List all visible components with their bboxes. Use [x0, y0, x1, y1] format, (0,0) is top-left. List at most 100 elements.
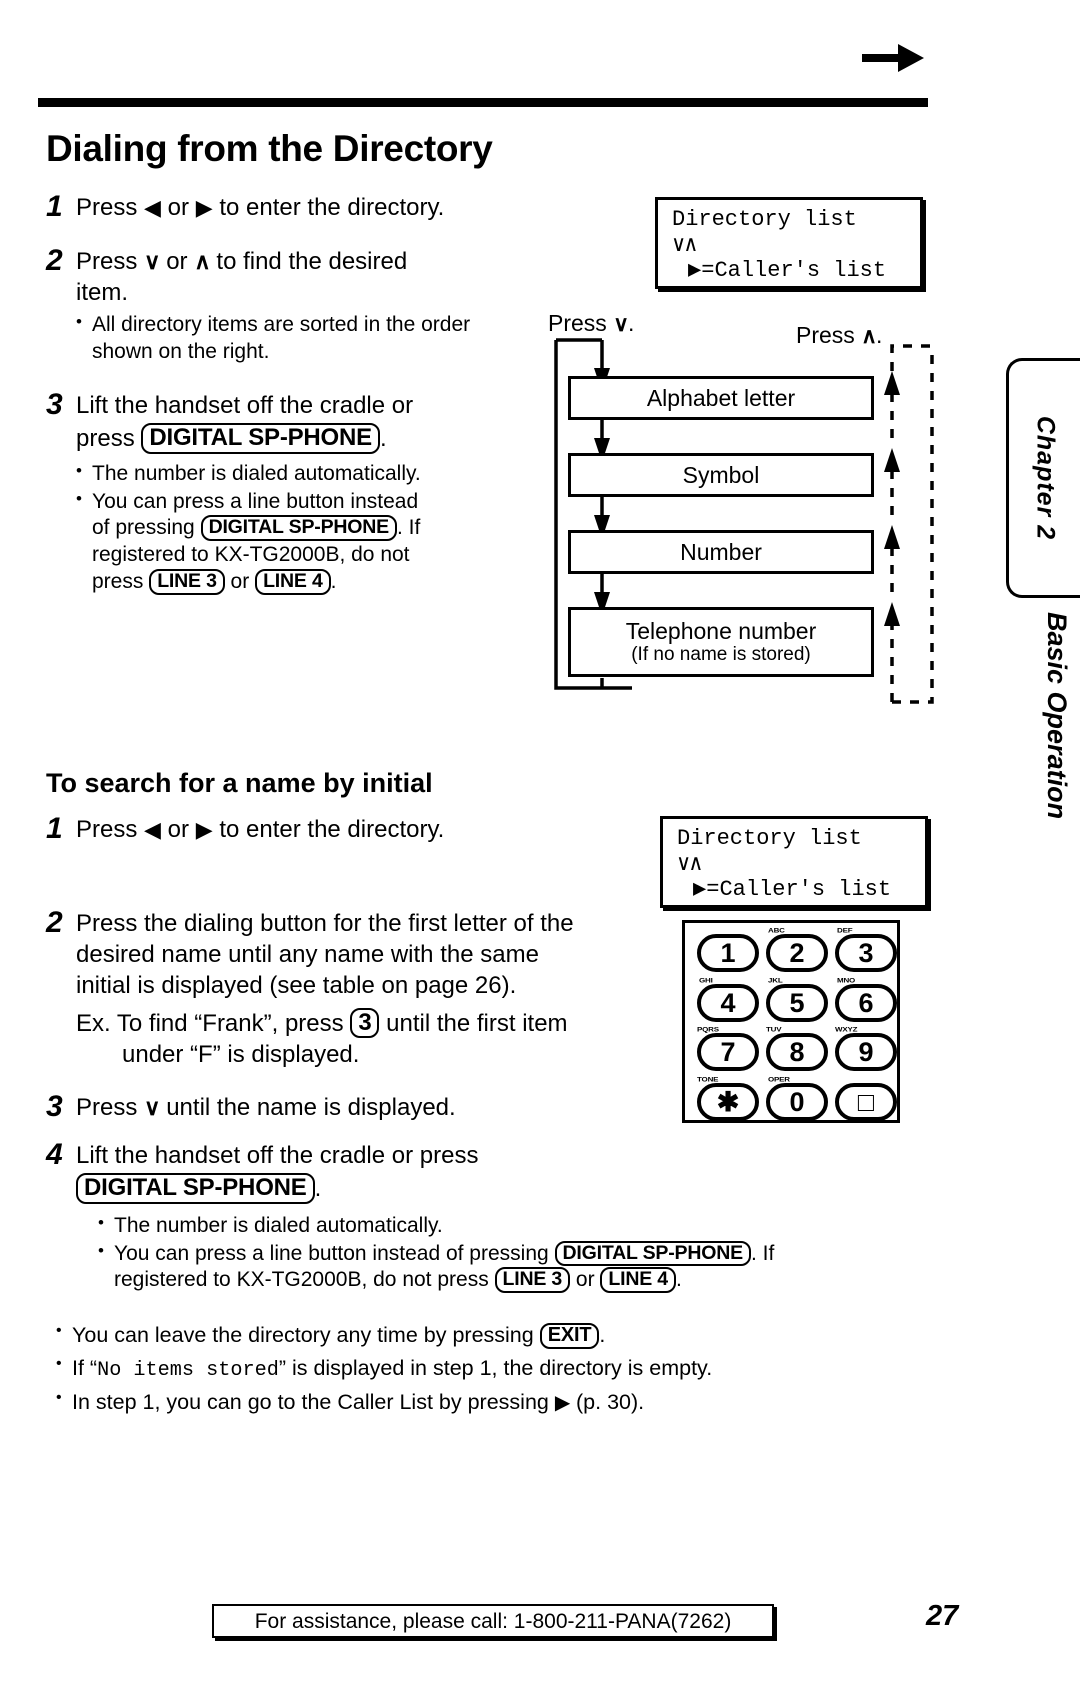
chevron-down-icon: ∨ [144, 1095, 160, 1120]
step-2-line2: item. [76, 279, 129, 307]
bullet-line-4-pre: press [92, 570, 150, 594]
note-pre: If “ [72, 1356, 98, 1381]
step-number: 3 [46, 388, 63, 421]
key-digital-sp-phone[interactable]: DIGITAL SP-PHONE [554, 1240, 751, 1267]
lcd-line-2: ∨∧ [677, 851, 703, 877]
bullet-item: All directory items are sorted in the or… [76, 311, 506, 366]
keypad-key-1[interactable]: 1 [697, 934, 759, 972]
step-number: 4 [46, 1138, 63, 1171]
chapter-tab: Chapter 2 [1006, 358, 1080, 598]
keypad-key-3[interactable]: 3 [835, 934, 897, 972]
s2-step-4-line1: Lift the handset off the cradle or press [76, 1142, 479, 1169]
section-heading-search-by-initial: To search for a name by initial [46, 768, 433, 798]
s2-step-2-line1: Press the dialing button for the first l… [76, 910, 574, 937]
note-pre: In step 1, you can go to the Caller List… [72, 1390, 555, 1415]
bullet-line-4-mid: or [224, 570, 256, 594]
chevron-down-icon: ∨ [144, 249, 160, 274]
chevron-up-icon: ∧ [194, 249, 210, 274]
lcd-line-3: ▶=Caller's list [693, 877, 892, 903]
key-line-3[interactable]: LINE 3 [149, 569, 225, 595]
note-exit: You can leave the directory any time by … [56, 1321, 956, 1350]
section-side-label: Basic Operation [1042, 612, 1072, 820]
note-pre: You can leave the directory any time by … [72, 1323, 540, 1347]
key-8-letters: TUV [766, 1025, 782, 1034]
step-3: 3 Lift the handset off the cradle or pre… [46, 390, 536, 597]
key-line-4[interactable]: LINE 4 [600, 1267, 676, 1294]
key-line-4[interactable]: LINE 4 [255, 569, 331, 595]
s2-step-3: 3 Press ∨ until the name is displayed. [46, 1092, 606, 1123]
bullet-end: . [675, 1268, 682, 1292]
flow-box-number: Number [568, 530, 874, 574]
right-triangle-icon: ▶ [195, 817, 213, 842]
flow-box-alphabet-letter: Alphabet letter [568, 376, 874, 420]
keypad-key-pound[interactable]: □ [835, 1083, 897, 1121]
bullet-line-4-post: . [330, 570, 337, 594]
s2-step-1: 1 Press ◀ or ▶ to enter the directory. [46, 814, 606, 845]
left-triangle-icon: ◀ [144, 195, 161, 220]
left-triangle-icon: ◀ [144, 817, 161, 842]
bullet-line-2-pre: of pressing [92, 516, 201, 540]
key-exit[interactable]: EXIT [539, 1323, 600, 1350]
step-text: Press ◀ or ▶ to enter the directory. [76, 814, 444, 845]
bullet-pre: You can press a line button instead of p… [114, 1241, 555, 1265]
s2-step-2-line3: initial is displayed (see table on page … [76, 972, 517, 1000]
step-number: 2 [46, 906, 63, 939]
step-1-mid: or [161, 194, 196, 221]
key-3-letters: DEF [837, 926, 853, 935]
keypad-key-9[interactable]: 9 [835, 1033, 897, 1071]
lcd-display-top: Directory list ∨∧ ▶=Caller's list [655, 197, 923, 289]
bullet-item: You can press a line button instead of p… [98, 1240, 958, 1295]
flow-box-subtitle: (If no name is stored) [631, 644, 811, 666]
keypad-illustration: ABC DEF GHI JKL MNO PQRS TUV WXYZ TONE O… [682, 920, 900, 1123]
key-4-letters: GHI [699, 976, 713, 985]
example-pre: Ex. To find “Frank”, press [76, 1009, 351, 1037]
bullet-item: The number is dialed automatically. [98, 1212, 958, 1240]
step-number: 2 [46, 244, 63, 277]
bullet-line-2-post: . If [396, 516, 421, 540]
key-digital-sp-phone[interactable]: DIGITAL SP-PHONE [200, 515, 397, 542]
right-triangle-icon: ▶ [554, 1392, 571, 1415]
bullet-line2-pre: registered to KX-TG2000B, do not press [114, 1268, 495, 1292]
key-digital-sp-phone[interactable]: DIGITAL SP-PHONE [141, 423, 380, 454]
keypad-key-5[interactable]: 5 [766, 984, 828, 1022]
s2-step-4: 4 Lift the handset off the cradle or pre… [46, 1140, 926, 1295]
keypad-key-0[interactable]: 0 [766, 1083, 828, 1121]
lcd-line-3: ▶=Caller's list [688, 258, 887, 284]
keypad-key-6[interactable]: 6 [835, 984, 897, 1022]
flow-box-symbol: Symbol [568, 453, 874, 497]
key-line-3[interactable]: LINE 3 [494, 1267, 571, 1294]
step-2-post: to find the desired [209, 248, 408, 275]
s2-step-4-line2: DIGITAL SP-PHONE. [76, 1173, 958, 1204]
step-number: 1 [46, 190, 63, 223]
flow-box-title: Alphabet letter [646, 384, 796, 411]
s2-step-2: 2 Press the dialing button for the first… [46, 908, 686, 1070]
directory-order-flow-diagram: Press ∨. Press ∧. Alphabet letter Symbol… [540, 310, 940, 710]
page-number: 27 [926, 1600, 959, 1632]
key-digital-sp-phone[interactable]: DIGITAL SP-PHONE [76, 1173, 315, 1204]
key-3[interactable]: 3 [350, 1007, 380, 1038]
s2-step-1-pre: Press [76, 816, 145, 843]
s2-step-1-mid: or [161, 816, 196, 843]
bullet-item: You can press a line button instead of p… [76, 488, 536, 597]
s2-step-1-post: to enter the directory. [212, 816, 445, 843]
example-line2: under “F” is displayed. [122, 1041, 360, 1068]
bullet-or: or [570, 1268, 601, 1292]
bullet-line-3: registered to KX-TG2000B, do not [92, 543, 410, 567]
step-2: 2 Press ∨ or ∧ to find the desired item.… [46, 246, 516, 367]
step-3-bullets: The number is dialed automatically. You … [76, 460, 536, 597]
keypad-key-2[interactable]: 2 [766, 934, 828, 972]
step-2-mid: or [159, 248, 195, 275]
step-1-post: to enter the directory. [212, 194, 445, 221]
keypad-key-8[interactable]: 8 [766, 1033, 828, 1071]
keypad-key-4[interactable]: 4 [697, 984, 759, 1022]
keypad-key-star[interactable]: ✱ [697, 1083, 759, 1121]
step-text: Press ∨ until the name is displayed. [76, 1092, 456, 1123]
bullet-line-1: You can press a line button instead [92, 489, 419, 513]
lcd-line-2: ∨∧ [672, 232, 698, 258]
note-caller-list: In step 1, you can go to the Caller List… [56, 1388, 956, 1417]
keypad-key-7[interactable]: 7 [697, 1033, 759, 1071]
step-1: 1 Press ◀ or ▶ to enter the directory. [46, 192, 516, 223]
chapter-tab-label: Chapter 2 [1031, 415, 1059, 541]
assistance-footer: For assistance, please call: 1-800-211-P… [212, 1604, 774, 1638]
step-2-bullets: All directory items are sorted in the or… [76, 311, 506, 366]
